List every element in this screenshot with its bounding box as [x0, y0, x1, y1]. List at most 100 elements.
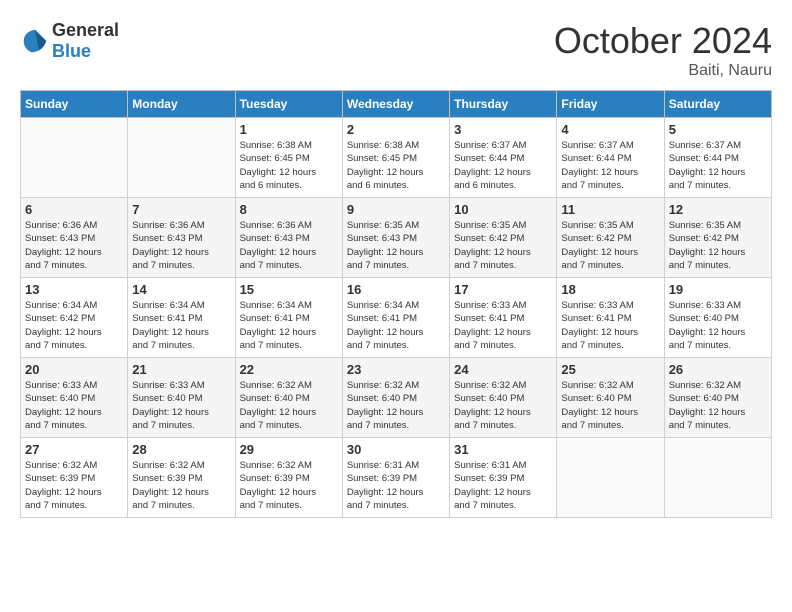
day-info: Sunrise: 6:31 AM Sunset: 6:39 PM Dayligh…: [454, 459, 552, 512]
day-info: Sunrise: 6:35 AM Sunset: 6:42 PM Dayligh…: [669, 219, 767, 272]
day-number: 12: [669, 202, 767, 217]
col-saturday: Saturday: [664, 91, 771, 118]
calendar-cell: 26Sunrise: 6:32 AM Sunset: 6:40 PM Dayli…: [664, 358, 771, 438]
day-number: 24: [454, 362, 552, 377]
calendar-cell: 22 Sunrise: 6:32 AM Sunset: 6:40 PM Dayli…: [235, 358, 342, 438]
day-number: 29: [240, 442, 338, 457]
day-info: Sunrise: 6:35 AM Sunset: 6:42 PM Dayligh…: [454, 219, 552, 272]
calendar-cell: 6Sunrise: 6:36 AM Sunset: 6:43 PM Daylig…: [21, 198, 128, 278]
header-row: Sunday Monday Tuesday Wednesday Thursday…: [21, 91, 772, 118]
day-info: Sunrise: 6:33 AM Sunset: 6:40 PM Dayligh…: [132, 379, 230, 432]
day-number: 22: [240, 362, 338, 377]
day-info: Sunrise: 6:32 AM Sunset: 6:40 PM Dayligh…: [669, 379, 767, 432]
day-info: Sunrise: 6:32 AM Sunset: 6:39 PM Dayligh…: [132, 459, 230, 512]
day-info: Sunrise: 6:31 AM Sunset: 6:39 PM Dayligh…: [347, 459, 445, 512]
day-info: Sunrise: 6:33 AM Sunset: 6:41 PM Dayligh…: [561, 299, 659, 352]
day-info: Sunrise: 6:32 AM Sunset: 6:40 PM Dayligh…: [240, 379, 338, 432]
day-number: 3: [454, 122, 552, 137]
col-friday: Friday: [557, 91, 664, 118]
day-number: 28: [132, 442, 230, 457]
day-number: 9: [347, 202, 445, 217]
day-number: 17: [454, 282, 552, 297]
calendar-cell: 20 Sunrise: 6:33 AM Sunset: 6:40 PM Dayli…: [21, 358, 128, 438]
day-number: 7: [132, 202, 230, 217]
calendar-cell: 19 Sunrise: 6:33 AM Sunset: 6:40 PM Dayli…: [664, 278, 771, 358]
col-tuesday: Tuesday: [235, 91, 342, 118]
calendar-cell: 13 Sunrise: 6:34 AM Sunset: 6:42 PM Dayli…: [21, 278, 128, 358]
calendar-cell: 10 Sunrise: 6:35 AM Sunset: 6:42 PM Dayli…: [450, 198, 557, 278]
calendar-cell: 15 Sunrise: 6:34 AM Sunset: 6:41 PM Dayli…: [235, 278, 342, 358]
day-info: Sunrise: 6:32 AM Sunset: 6:40 PM Dayligh…: [561, 379, 659, 432]
calendar-cell: 29Sunrise: 6:32 AM Sunset: 6:39 PM Dayli…: [235, 438, 342, 518]
day-number: 20: [25, 362, 123, 377]
day-info: Sunrise: 6:35 AM Sunset: 6:42 PM Dayligh…: [561, 219, 659, 272]
day-info: Sunrise: 6:38 AM Sunset: 6:45 PM Dayligh…: [347, 139, 445, 192]
calendar-cell: 30 Sunrise: 6:31 AM Sunset: 6:39 PM Dayli…: [342, 438, 449, 518]
day-info: Sunrise: 6:34 AM Sunset: 6:41 PM Dayligh…: [347, 299, 445, 352]
day-info: Sunrise: 6:32 AM Sunset: 6:40 PM Dayligh…: [347, 379, 445, 432]
day-info: Sunrise: 6:32 AM Sunset: 6:39 PM Dayligh…: [25, 459, 123, 512]
calendar-week-5: 27 Sunrise: 6:32 AM Sunset: 6:39 PM Dayli…: [21, 438, 772, 518]
day-number: 30: [347, 442, 445, 457]
month-title: October 2024: [554, 20, 772, 62]
title-area: October 2024 Baiti, Nauru: [554, 20, 772, 80]
calendar-cell: [128, 118, 235, 198]
location-title: Baiti, Nauru: [554, 62, 772, 80]
page-header: General Blue October 2024 Baiti, Nauru: [20, 20, 772, 80]
day-info: Sunrise: 6:37 AM Sunset: 6:44 PM Dayligh…: [454, 139, 552, 192]
day-number: 8: [240, 202, 338, 217]
day-number: 1: [240, 122, 338, 137]
day-info: Sunrise: 6:36 AM Sunset: 6:43 PM Dayligh…: [25, 219, 123, 272]
day-number: 14: [132, 282, 230, 297]
calendar-cell: 9 Sunrise: 6:35 AM Sunset: 6:43 PM Daylig…: [342, 198, 449, 278]
day-number: 25: [561, 362, 659, 377]
calendar-week-1: 1 Sunrise: 6:38 AM Sunset: 6:45 PM Daylig…: [21, 118, 772, 198]
col-thursday: Thursday: [450, 91, 557, 118]
day-number: 27: [25, 442, 123, 457]
day-info: Sunrise: 6:38 AM Sunset: 6:45 PM Dayligh…: [240, 139, 338, 192]
logo-general: General: [52, 20, 119, 40]
calendar-cell: 27 Sunrise: 6:32 AM Sunset: 6:39 PM Dayli…: [21, 438, 128, 518]
calendar-cell: 11 Sunrise: 6:35 AM Sunset: 6:42 PM Dayli…: [557, 198, 664, 278]
day-number: 4: [561, 122, 659, 137]
calendar-cell: 24Sunrise: 6:32 AM Sunset: 6:40 PM Dayli…: [450, 358, 557, 438]
logo: General Blue: [20, 20, 119, 62]
day-info: Sunrise: 6:34 AM Sunset: 6:42 PM Dayligh…: [25, 299, 123, 352]
day-number: 10: [454, 202, 552, 217]
day-info: Sunrise: 6:34 AM Sunset: 6:41 PM Dayligh…: [240, 299, 338, 352]
calendar-cell: 31Sunrise: 6:31 AM Sunset: 6:39 PM Dayli…: [450, 438, 557, 518]
day-info: Sunrise: 6:36 AM Sunset: 6:43 PM Dayligh…: [240, 219, 338, 272]
day-number: 16: [347, 282, 445, 297]
day-number: 15: [240, 282, 338, 297]
day-number: 19: [669, 282, 767, 297]
day-number: 2: [347, 122, 445, 137]
calendar-cell: 28 Sunrise: 6:32 AM Sunset: 6:39 PM Dayli…: [128, 438, 235, 518]
day-info: Sunrise: 6:33 AM Sunset: 6:40 PM Dayligh…: [25, 379, 123, 432]
day-number: 11: [561, 202, 659, 217]
calendar-cell: 14Sunrise: 6:34 AM Sunset: 6:41 PM Dayli…: [128, 278, 235, 358]
day-info: Sunrise: 6:37 AM Sunset: 6:44 PM Dayligh…: [561, 139, 659, 192]
calendar-cell: 12 Sunrise: 6:35 AM Sunset: 6:42 PM Dayli…: [664, 198, 771, 278]
day-number: 13: [25, 282, 123, 297]
calendar-cell: 16 Sunrise: 6:34 AM Sunset: 6:41 PM Dayli…: [342, 278, 449, 358]
day-info: Sunrise: 6:36 AM Sunset: 6:43 PM Dayligh…: [132, 219, 230, 272]
day-info: Sunrise: 6:33 AM Sunset: 6:40 PM Dayligh…: [669, 299, 767, 352]
calendar-week-4: 20 Sunrise: 6:33 AM Sunset: 6:40 PM Dayli…: [21, 358, 772, 438]
calendar-cell: 5Sunrise: 6:37 AM Sunset: 6:44 PM Daylig…: [664, 118, 771, 198]
calendar-cell: 3 Sunrise: 6:37 AM Sunset: 6:44 PM Daylig…: [450, 118, 557, 198]
col-sunday: Sunday: [21, 91, 128, 118]
logo-blue: Blue: [52, 41, 91, 61]
day-info: Sunrise: 6:33 AM Sunset: 6:41 PM Dayligh…: [454, 299, 552, 352]
logo-icon: [20, 26, 50, 56]
day-number: 21: [132, 362, 230, 377]
calendar-week-3: 13 Sunrise: 6:34 AM Sunset: 6:42 PM Dayli…: [21, 278, 772, 358]
calendar-cell: 4 Sunrise: 6:37 AM Sunset: 6:44 PM Daylig…: [557, 118, 664, 198]
calendar-cell: [557, 438, 664, 518]
calendar-cell: 25 Sunrise: 6:32 AM Sunset: 6:40 PM Dayli…: [557, 358, 664, 438]
calendar-cell: 7 Sunrise: 6:36 AM Sunset: 6:43 PM Daylig…: [128, 198, 235, 278]
day-info: Sunrise: 6:35 AM Sunset: 6:43 PM Dayligh…: [347, 219, 445, 272]
day-number: 5: [669, 122, 767, 137]
calendar-cell: 18Sunrise: 6:33 AM Sunset: 6:41 PM Dayli…: [557, 278, 664, 358]
calendar-cell: 1 Sunrise: 6:38 AM Sunset: 6:45 PM Daylig…: [235, 118, 342, 198]
calendar-table: Sunday Monday Tuesday Wednesday Thursday…: [20, 90, 772, 518]
